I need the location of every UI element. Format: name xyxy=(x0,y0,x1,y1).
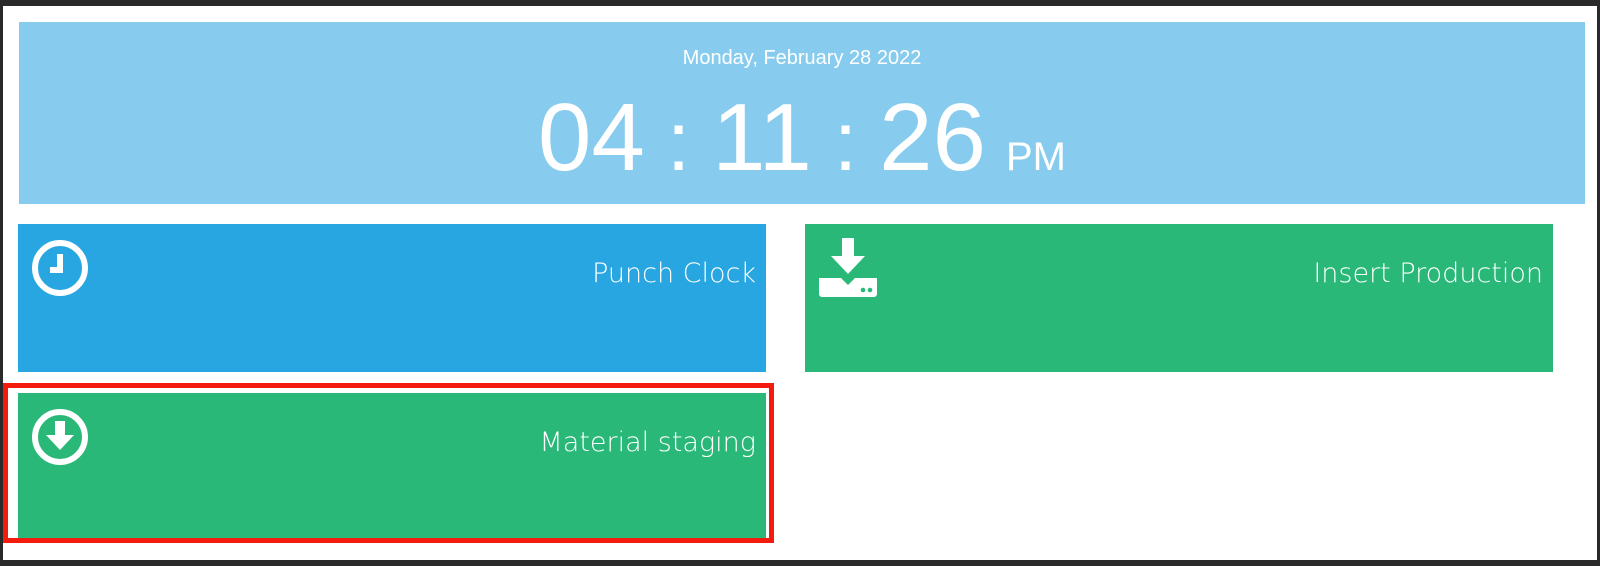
insert-production-tile[interactable]: Insert Production xyxy=(805,224,1553,372)
punch-clock-tile[interactable]: Punch Clock xyxy=(18,224,766,372)
clock-minutes: 11 xyxy=(712,84,812,191)
material-staging-tile[interactable]: Material staging xyxy=(18,393,766,541)
page: Monday, February 28 2022 04 : 11 : 26 PM… xyxy=(3,6,1597,560)
clock-hours: 04 xyxy=(538,84,645,191)
clock-time: 04 : 11 : 26 PM xyxy=(19,84,1585,191)
clock-ampm: PM xyxy=(1005,135,1066,179)
clock-separator: : xyxy=(833,94,858,188)
download-tray-icon xyxy=(817,238,877,298)
clock-separator: : xyxy=(666,94,691,188)
clock-panel: Monday, February 28 2022 04 : 11 : 26 PM xyxy=(19,22,1585,204)
clock-seconds: 26 xyxy=(879,84,986,191)
punch-clock-label: Punch Clock xyxy=(592,258,756,289)
clock-icon xyxy=(30,238,90,298)
arrow-down-circle-icon xyxy=(30,407,90,467)
clock-date: Monday, February 28 2022 xyxy=(682,47,922,69)
material-staging-label: Material staging xyxy=(539,427,757,458)
insert-production-label: Insert Production xyxy=(1313,258,1543,289)
